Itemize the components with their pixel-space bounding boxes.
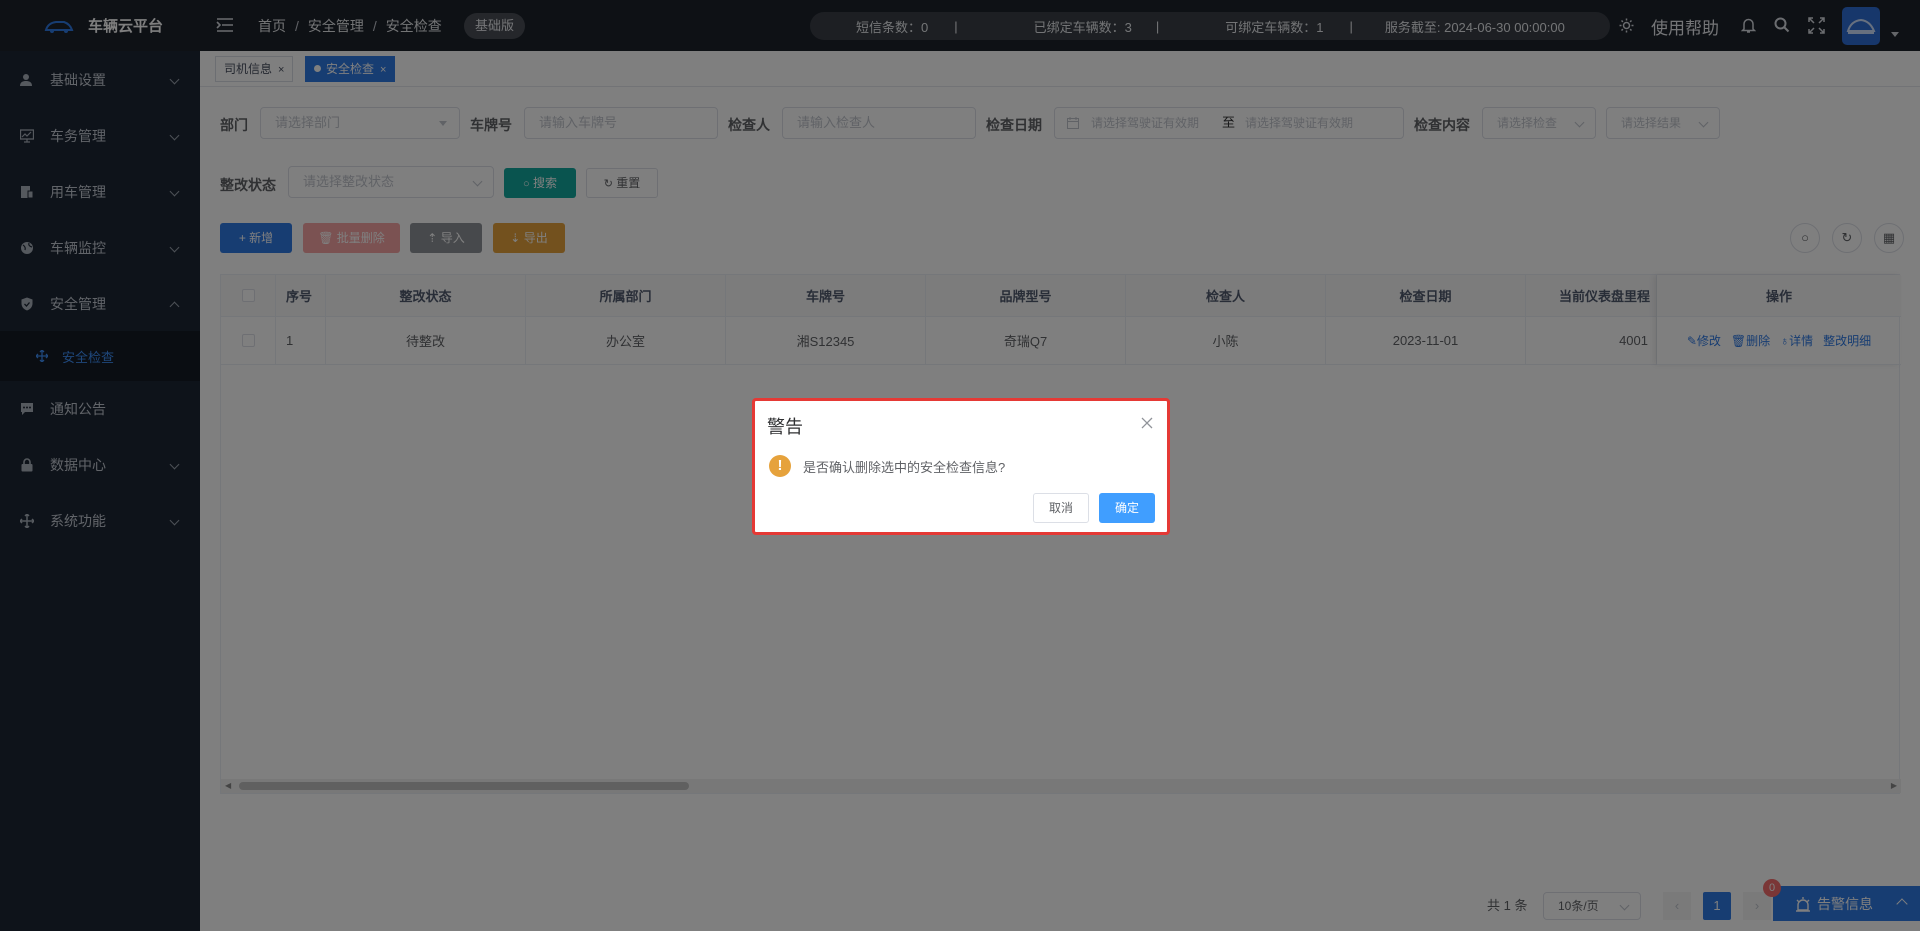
close-icon[interactable] xyxy=(1141,417,1153,429)
dialog-message-text: 是否确认删除选中的安全检查信息? xyxy=(803,459,1006,475)
confirm-dialog: 警告 ! 是否确认删除选中的安全检查信息? 取消 确定 xyxy=(752,398,1170,535)
dialog-title: 警告 xyxy=(767,417,803,437)
cancel-button[interactable]: 取消 xyxy=(1033,493,1089,523)
dialog-message: ! 是否确认删除选中的安全检查信息? xyxy=(769,455,1005,477)
confirm-button[interactable]: 确定 xyxy=(1099,493,1155,523)
warning-icon: ! xyxy=(769,455,791,477)
